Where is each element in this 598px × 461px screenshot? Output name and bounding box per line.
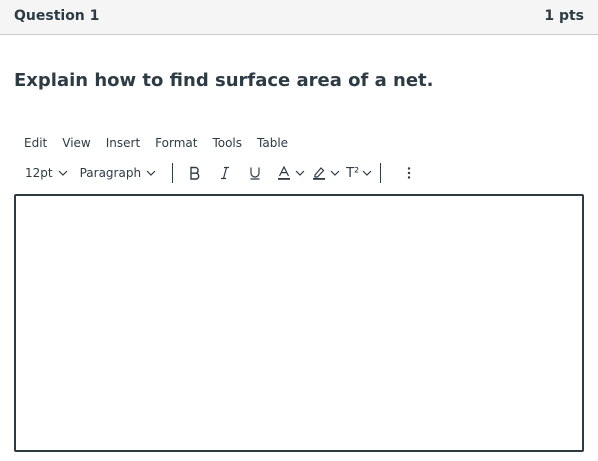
editor-toolbar: 12pt Paragraph T² xyxy=(15,160,426,186)
rich-text-editor[interactable] xyxy=(14,194,584,452)
menu-table[interactable]: Table xyxy=(248,134,294,152)
highlight-color-icon xyxy=(313,167,326,180)
menu-view[interactable]: View xyxy=(53,134,96,152)
chevron-down-icon xyxy=(58,170,68,176)
chevron-down-icon xyxy=(295,170,305,176)
bold-button[interactable] xyxy=(182,160,208,186)
font-size-value: 12pt xyxy=(25,166,53,180)
menu-insert[interactable]: Insert xyxy=(97,134,146,152)
menu-tools[interactable]: Tools xyxy=(203,134,248,152)
bold-icon xyxy=(190,166,200,180)
superscript-icon: T² xyxy=(346,165,360,181)
superscript-button[interactable]: T² xyxy=(346,160,372,186)
more-options-button[interactable] xyxy=(396,160,422,186)
block-format-select[interactable]: Paragraph xyxy=(76,160,164,186)
italic-button[interactable] xyxy=(212,160,238,186)
toolbar-divider xyxy=(172,163,174,183)
text-color-icon xyxy=(278,165,291,180)
italic-icon xyxy=(221,166,230,180)
chevron-down-icon xyxy=(362,170,372,176)
underline-icon xyxy=(250,167,260,180)
toolbar-divider xyxy=(380,163,382,183)
text-color-button[interactable] xyxy=(276,160,305,186)
menu-edit[interactable]: Edit xyxy=(15,134,53,152)
underline-button[interactable] xyxy=(242,160,268,186)
question-prompt: Explain how to find surface area of a ne… xyxy=(14,70,434,91)
editor-menubar: Edit View Insert Format Tools Table xyxy=(15,134,294,152)
font-size-select[interactable]: 12pt xyxy=(15,160,76,186)
question-points: 1 pts xyxy=(544,8,584,24)
highlight-color-button[interactable] xyxy=(311,160,340,186)
chevron-down-icon xyxy=(330,170,340,176)
question-header: Question 1 1 pts xyxy=(0,0,598,35)
menu-format[interactable]: Format xyxy=(146,134,203,152)
block-format-value: Paragraph xyxy=(79,166,142,180)
more-vertical-icon xyxy=(408,167,411,179)
question-title: Question 1 xyxy=(14,8,100,24)
chevron-down-icon xyxy=(146,170,156,176)
